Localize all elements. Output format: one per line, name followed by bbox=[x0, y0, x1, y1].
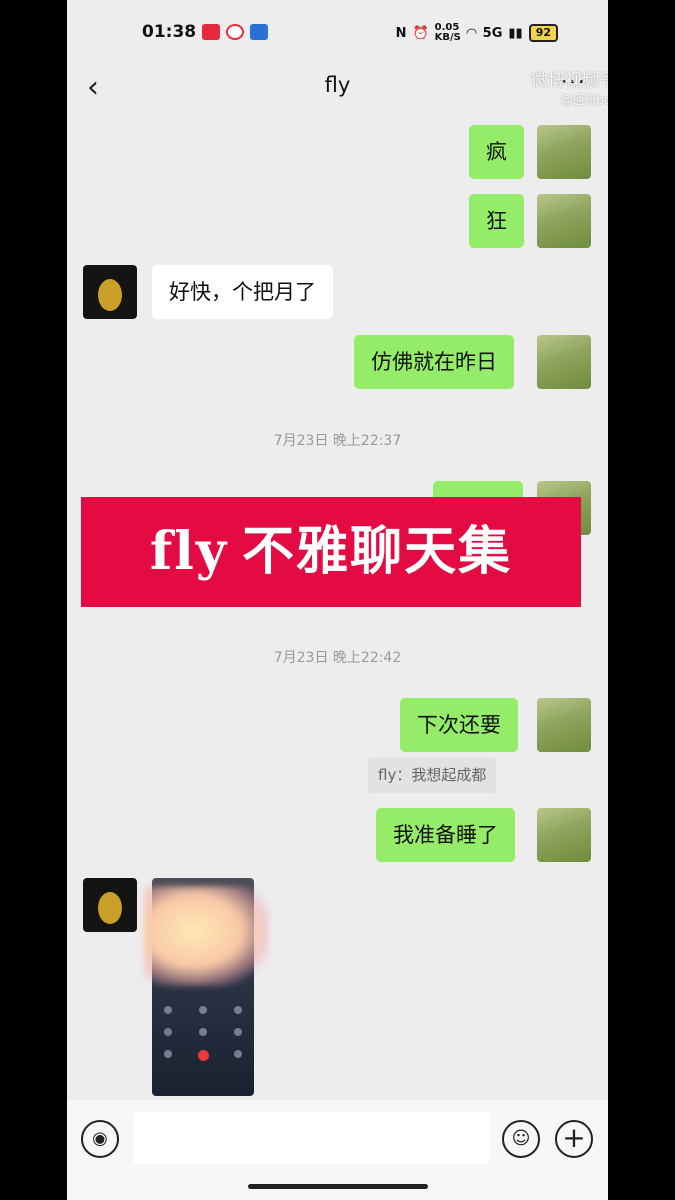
leaf-icon bbox=[98, 892, 122, 924]
app-icon bbox=[202, 24, 220, 40]
watermark-line1: 微博视频号 bbox=[531, 71, 608, 91]
leaf-icon bbox=[98, 279, 122, 311]
signal-label: 5G bbox=[482, 25, 503, 41]
wifi-icon: ◠ bbox=[466, 25, 477, 41]
status-right: N ⏰ 0.05 KB/S ◠ 5G ▮▮ 92 bbox=[396, 23, 558, 43]
chat-timestamp: 7月23日 晚上22:37 bbox=[273, 433, 402, 449]
watermark-line2: @通讯bot bbox=[560, 93, 608, 107]
message-bubble[interactable]: 狂 bbox=[469, 194, 524, 248]
voice-input-icon[interactable]: ◉ bbox=[81, 1120, 119, 1158]
map-pin-icon bbox=[226, 24, 244, 40]
watermark: 微博视频号 @通讯bot bbox=[531, 66, 608, 108]
image-message[interactable] bbox=[144, 878, 269, 1096]
title-banner: fly 不雅聊天集 bbox=[81, 497, 581, 607]
contact-avatar[interactable] bbox=[83, 878, 137, 932]
message-bubble[interactable]: 下次还要 bbox=[400, 698, 518, 752]
message-bubble[interactable]: 我准备睡了 bbox=[376, 808, 515, 862]
my-avatar[interactable] bbox=[537, 194, 591, 248]
call-screen-thumbnail bbox=[164, 1006, 242, 1075]
contact-avatar[interactable] bbox=[83, 265, 137, 319]
message-input[interactable] bbox=[133, 1112, 490, 1164]
status-time: 01:38 bbox=[142, 22, 197, 42]
message-bubble[interactable]: 仿佛就在昨日 bbox=[354, 335, 514, 389]
plus-icon[interactable]: + bbox=[555, 1120, 593, 1158]
nfc-icon: N bbox=[395, 25, 407, 41]
banner-fly: fly bbox=[149, 521, 229, 582]
battery-icon: 92 bbox=[528, 24, 558, 42]
chat-screen: 01:38 N ⏰ 0.05 KB/S ◠ 5G ▮▮ 92 ‹ fly ···… bbox=[67, 0, 608, 1200]
my-avatar[interactable] bbox=[537, 125, 591, 179]
chat-header: ‹ fly ··· bbox=[67, 60, 608, 114]
home-indicator[interactable] bbox=[248, 1184, 428, 1189]
network-speed: 0.05 KB/S bbox=[434, 22, 461, 43]
alarm-icon: ⏰ bbox=[412, 25, 429, 41]
banner-text: 不雅聊天集 bbox=[242, 522, 513, 582]
chat-title: fly bbox=[324, 73, 351, 97]
quoted-message[interactable]: fly：我想起成都 bbox=[368, 757, 497, 793]
my-avatar[interactable] bbox=[537, 698, 591, 752]
app-icon bbox=[250, 24, 268, 40]
emoji-icon[interactable]: ☺ bbox=[502, 1120, 540, 1158]
heart-sticker bbox=[144, 886, 269, 986]
my-avatar[interactable] bbox=[537, 335, 591, 389]
chat-timestamp: 7月23日 晚上22:42 bbox=[273, 650, 402, 666]
signal-icon: ▮▮ bbox=[508, 25, 523, 41]
message-bubble[interactable]: 疯 bbox=[469, 125, 524, 179]
my-avatar[interactable] bbox=[537, 808, 591, 862]
message-bubble[interactable]: 好快，个把月了 bbox=[152, 265, 333, 319]
notification-icons bbox=[202, 24, 268, 40]
hangup-icon bbox=[197, 1050, 209, 1061]
status-bar: 01:38 N ⏰ 0.05 KB/S ◠ 5G ▮▮ 92 bbox=[67, 14, 608, 54]
